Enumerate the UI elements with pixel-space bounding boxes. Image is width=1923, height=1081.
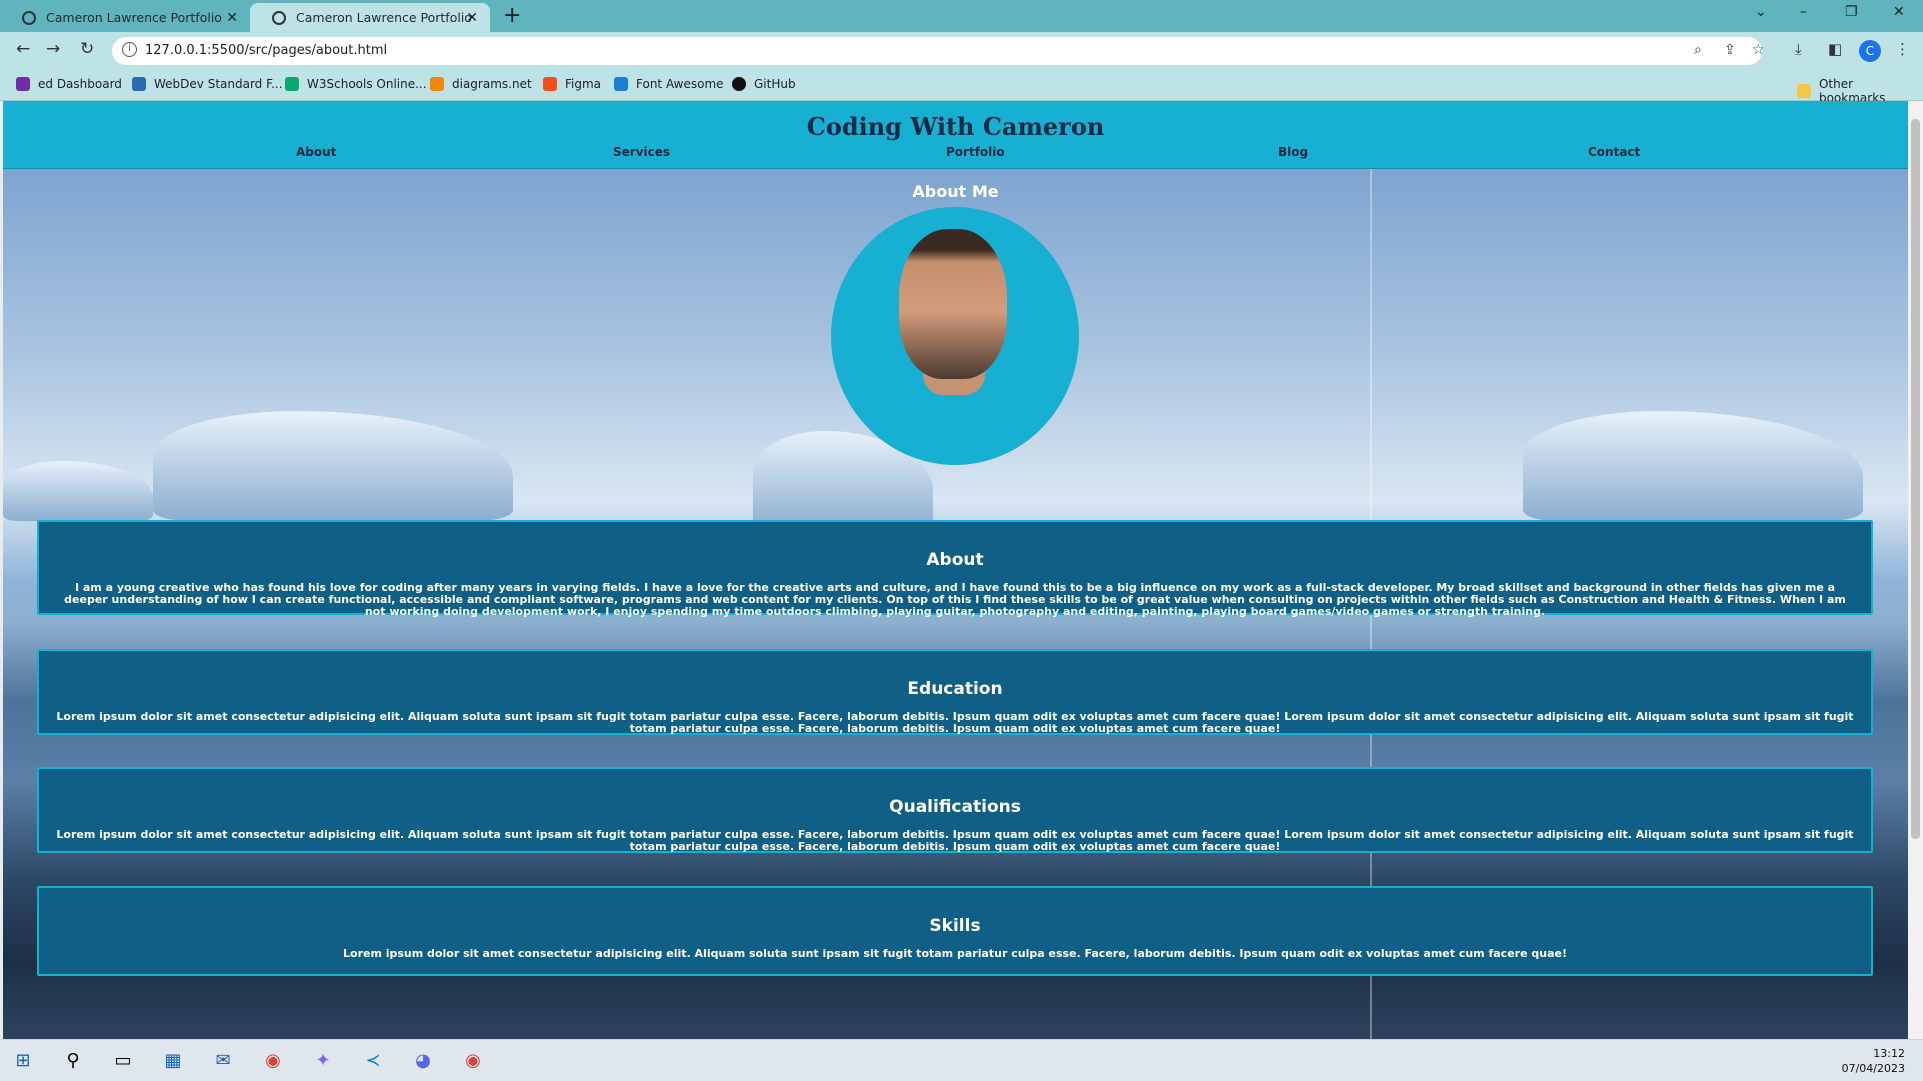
discord-icon[interactable]: ◕ [410,1049,436,1073]
section-text: Lorem ipsum dolor sit amet consectetur a… [56,710,1854,735]
info-icon[interactable]: i [122,42,137,57]
figma-icon [543,77,557,91]
site-title[interactable]: Coding With Cameron [3,112,1908,141]
nav-blog[interactable]: Blog [1278,145,1308,159]
bookmark-label: W3Schools Online... [307,77,427,91]
education-section: Education Lorem ipsum dolor sit amet con… [37,649,1873,735]
windows-start-icon[interactable]: ⊞ [10,1049,36,1073]
clock-date: 07/04/2023 [1841,1062,1905,1075]
bookmark-fontawesome[interactable]: Font Awesome [614,77,724,91]
section-title: About [926,550,984,570]
bookmarks-bar: ed Dashboard WebDev Standard F... W3Scho… [0,69,1923,105]
close-window-icon[interactable]: ✕ [1893,4,1905,20]
bookmark-webdev[interactable]: WebDev Standard F... [132,77,283,91]
close-icon[interactable]: ✕ [466,10,478,26]
minimize-icon[interactable]: – [1800,4,1807,20]
page-heading: About Me [912,182,999,201]
tab-title: Cameron Lawrence Portfolio [296,10,472,25]
system-clock[interactable]: 13:12 07/04/2023 [1842,1046,1905,1076]
new-tab-icon[interactable]: + [503,3,521,28]
ed-icon [16,77,30,91]
chevron-down-icon[interactable]: ⌄ [1755,4,1767,20]
clock-time: 13:12 [1873,1047,1905,1060]
menu-icon[interactable]: ⋮ [1895,40,1910,58]
bookmark-label: Figma [565,77,602,91]
bookmark-label: diagrams.net [452,77,532,91]
bookmark-w3schools[interactable]: W3Schools Online... [285,77,427,91]
vertical-scrollbar[interactable] [1908,101,1923,1039]
section-title: Education [907,679,1003,699]
mail-icon[interactable]: ✉ [210,1049,236,1073]
url-text[interactable]: 127.0.0.1:5500/src/pages/about.html [145,43,387,58]
skills-section: Skills Lorem ipsum dolor sit amet consec… [37,886,1873,976]
qualifications-section: Qualifications Lorem ipsum dolor sit ame… [37,767,1873,853]
fontawesome-icon [614,77,628,91]
bookmark-label: Font Awesome [636,77,724,91]
globe-icon [22,10,36,25]
download-icon[interactable]: ⤓ [1795,40,1802,58]
copilot-icon[interactable]: ✦ [310,1049,336,1073]
webdev-icon [132,77,146,91]
store-icon[interactable]: ▦ [160,1049,186,1073]
bookmark-label: WebDev Standard F... [154,77,283,91]
browser-toolbar: ← → ↻ i 127.0.0.1:5500/src/pages/about.h… [0,32,1923,69]
section-text: I am a young creative who has found his … [64,581,1846,618]
share-icon[interactable]: ⇪ [1724,42,1736,58]
restore-icon[interactable]: ❐ [1845,4,1858,20]
bookmark-label: GitHub [754,77,796,91]
close-icon[interactable]: ✕ [226,10,238,26]
chrome-icon[interactable]: ◉ [260,1049,286,1073]
about-section: About I am a young creative who has foun… [37,520,1873,618]
section-text: Lorem ipsum dolor sit amet consectetur a… [56,828,1854,853]
github-icon [732,77,746,91]
iceberg [3,461,153,521]
nav-contact[interactable]: Contact [1588,145,1640,159]
side-panel-icon[interactable]: ◧ [1828,40,1842,58]
search-icon[interactable]: ⚲ [60,1049,86,1073]
zoom-icon[interactable]: ⌕ [1694,42,1702,58]
bookmark-label: ed Dashboard [38,77,122,91]
globe-icon [272,10,286,25]
section-title: Qualifications [889,797,1021,817]
bookmark-github[interactable]: GitHub [732,77,796,91]
section-title: Skills [929,916,981,936]
star-icon[interactable]: ☆ [1752,42,1765,58]
browser-tab[interactable]: Cameron Lawrence Portfolio ✕ [0,3,250,32]
iceberg [153,411,513,521]
diagrams-icon [430,77,444,91]
profile-photo [831,207,1079,465]
browser-tab-active[interactable]: Cameron Lawrence Portfolio ✕ [250,3,490,32]
folder-icon [1797,84,1811,98]
scrollbar-thumb[interactable] [1911,119,1920,839]
vscode-icon[interactable]: ≺ [360,1049,386,1073]
section-text: Lorem ipsum dolor sit amet consectetur a… [343,947,1567,960]
back-icon[interactable]: ← [16,39,30,59]
browser-tab-bar: Cameron Lawrence Portfolio ✕ Cameron Law… [0,0,1923,32]
page-viewport[interactable]: Coding With Cameron About Services Portf… [3,101,1908,1039]
nav-about[interactable]: About [296,145,336,159]
nav-services[interactable]: Services [613,145,670,159]
chrome-icon[interactable]: ◉ [460,1049,486,1073]
site-header: Coding With Cameron About Services Portf… [3,101,1908,169]
tab-title: Cameron Lawrence Portfolio [46,10,222,25]
forward-icon[interactable]: → [46,39,60,59]
w3schools-icon [285,77,299,91]
iceberg [1523,411,1863,521]
bookmark-ed-dashboard[interactable]: ed Dashboard [16,77,122,91]
bookmark-figma[interactable]: Figma [543,77,601,91]
photo-face [899,229,1007,379]
address-bar[interactable]: i 127.0.0.1:5500/src/pages/about.html ⌕ … [112,37,1765,65]
bookmark-diagrams[interactable]: diagrams.net [430,77,532,91]
windows-taskbar: ⊞ ⚲ ▭ ▦ ✉ ◉ ✦ ≺ ◕ ◉ 13:12 07/04/2023 [0,1039,1923,1081]
task-view-icon[interactable]: ▭ [110,1049,136,1073]
nav-portfolio[interactable]: Portfolio [946,145,1005,159]
reload-icon[interactable]: ↻ [80,39,94,59]
profile-avatar[interactable]: C [1859,40,1881,62]
